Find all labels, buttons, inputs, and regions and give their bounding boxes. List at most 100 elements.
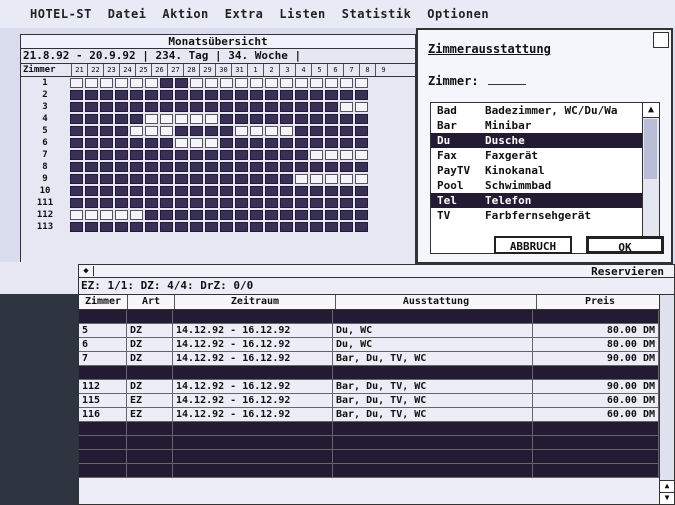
occupied-cell[interactable] xyxy=(85,222,98,232)
occupied-cell[interactable] xyxy=(220,150,233,160)
occupied-cell[interactable] xyxy=(265,150,278,160)
occupied-cell[interactable] xyxy=(145,210,158,220)
occupied-cell[interactable] xyxy=(190,90,203,100)
occupied-cell[interactable] xyxy=(205,222,218,232)
occupied-cell[interactable] xyxy=(355,138,368,148)
free-cell[interactable] xyxy=(175,138,188,148)
occupied-cell[interactable] xyxy=(130,114,143,124)
occupied-cell[interactable] xyxy=(340,126,353,136)
menu-item-listen[interactable]: Listen xyxy=(279,7,325,21)
occupied-cell[interactable] xyxy=(175,198,188,208)
column-header[interactable]: Art xyxy=(128,295,175,309)
occupied-cell[interactable] xyxy=(130,90,143,100)
occupied-cell[interactable] xyxy=(160,174,173,184)
free-cell[interactable] xyxy=(325,150,338,160)
free-cell[interactable] xyxy=(340,102,353,112)
table-row[interactable] xyxy=(79,366,674,380)
free-cell[interactable] xyxy=(100,78,113,88)
free-cell[interactable] xyxy=(355,174,368,184)
occupied-cell[interactable] xyxy=(295,162,308,172)
free-cell[interactable] xyxy=(115,210,128,220)
occupied-cell[interactable] xyxy=(175,222,188,232)
free-cell[interactable] xyxy=(130,78,143,88)
occupied-cell[interactable] xyxy=(295,198,308,208)
occupied-cell[interactable] xyxy=(355,198,368,208)
column-header[interactable]: Zeitraum xyxy=(175,295,336,309)
occupied-cell[interactable] xyxy=(235,162,248,172)
occupied-cell[interactable] xyxy=(205,150,218,160)
occupied-cell[interactable] xyxy=(70,114,83,124)
table-row[interactable]: 5 DZ 14.12.92 - 16.12.92 Du, WC 80.00 DM xyxy=(79,324,674,338)
occupied-cell[interactable] xyxy=(325,114,338,124)
free-cell[interactable] xyxy=(310,174,323,184)
occupied-cell[interactable] xyxy=(70,174,83,184)
free-cell[interactable] xyxy=(250,126,263,136)
occupied-cell[interactable] xyxy=(145,186,158,196)
free-cell[interactable] xyxy=(310,78,323,88)
free-cell[interactable] xyxy=(160,114,173,124)
occupied-cell[interactable] xyxy=(235,210,248,220)
occupied-cell[interactable] xyxy=(235,90,248,100)
occupied-cell[interactable] xyxy=(190,150,203,160)
free-cell[interactable] xyxy=(295,174,308,184)
occupied-cell[interactable] xyxy=(85,102,98,112)
occupied-cell[interactable] xyxy=(355,126,368,136)
free-cell[interactable] xyxy=(220,78,233,88)
column-header[interactable]: Preis xyxy=(537,295,664,309)
occupied-cell[interactable] xyxy=(190,174,203,184)
occupied-cell[interactable] xyxy=(295,210,308,220)
occupied-cell[interactable] xyxy=(175,210,188,220)
occupied-cell[interactable] xyxy=(100,162,113,172)
occupied-cell[interactable] xyxy=(100,222,113,232)
occupied-cell[interactable] xyxy=(115,162,128,172)
free-cell[interactable] xyxy=(70,78,83,88)
occupied-cell[interactable] xyxy=(295,114,308,124)
occupied-cell[interactable] xyxy=(265,222,278,232)
occupied-cell[interactable] xyxy=(85,174,98,184)
free-cell[interactable] xyxy=(160,126,173,136)
occupied-cell[interactable] xyxy=(205,90,218,100)
occupied-cell[interactable] xyxy=(250,198,263,208)
menu-item-optionen[interactable]: Optionen xyxy=(427,7,489,21)
occupied-cell[interactable] xyxy=(220,222,233,232)
occupied-cell[interactable] xyxy=(235,150,248,160)
occupied-cell[interactable] xyxy=(175,162,188,172)
occupied-cell[interactable] xyxy=(220,102,233,112)
occupied-cell[interactable] xyxy=(295,186,308,196)
window-close-icon[interactable]: ◆ xyxy=(79,266,94,276)
table-row[interactable]: 115 EZ 14.12.92 - 16.12.92 Bar, Du, TV, WC 6… xyxy=(79,394,674,408)
occupied-cell[interactable] xyxy=(175,150,188,160)
occupied-cell[interactable] xyxy=(70,102,83,112)
occupied-cell[interactable] xyxy=(160,222,173,232)
occupied-cell[interactable] xyxy=(265,102,278,112)
occupied-cell[interactable] xyxy=(250,138,263,148)
occupied-cell[interactable] xyxy=(340,114,353,124)
occupied-cell[interactable] xyxy=(295,126,308,136)
occupied-cell[interactable] xyxy=(175,174,188,184)
occupied-cell[interactable] xyxy=(265,138,278,148)
occupied-cell[interactable] xyxy=(310,102,323,112)
occupied-cell[interactable] xyxy=(250,102,263,112)
occupied-cell[interactable] xyxy=(265,198,278,208)
occupied-cell[interactable] xyxy=(100,186,113,196)
occupied-cell[interactable] xyxy=(85,126,98,136)
occupied-cell[interactable] xyxy=(310,186,323,196)
occupied-cell[interactable] xyxy=(250,114,263,124)
occupied-cell[interactable] xyxy=(310,126,323,136)
occupied-cell[interactable] xyxy=(130,150,143,160)
equipment-item[interactable]: Bar Minibar xyxy=(431,118,659,133)
occupied-cell[interactable] xyxy=(160,102,173,112)
occupied-cell[interactable] xyxy=(220,90,233,100)
occupied-cell[interactable] xyxy=(160,210,173,220)
occupied-cell[interactable] xyxy=(220,162,233,172)
occupied-cell[interactable] xyxy=(235,138,248,148)
occupied-cell[interactable] xyxy=(280,102,293,112)
occupied-cell[interactable] xyxy=(340,162,353,172)
equipment-item[interactable]: Pool Schwimmbad xyxy=(431,178,659,193)
occupied-cell[interactable] xyxy=(145,102,158,112)
occupied-cell[interactable] xyxy=(190,186,203,196)
occupied-cell[interactable] xyxy=(325,222,338,232)
occupied-cell[interactable] xyxy=(100,114,113,124)
table-row[interactable] xyxy=(79,310,674,324)
occupied-cell[interactable] xyxy=(85,162,98,172)
